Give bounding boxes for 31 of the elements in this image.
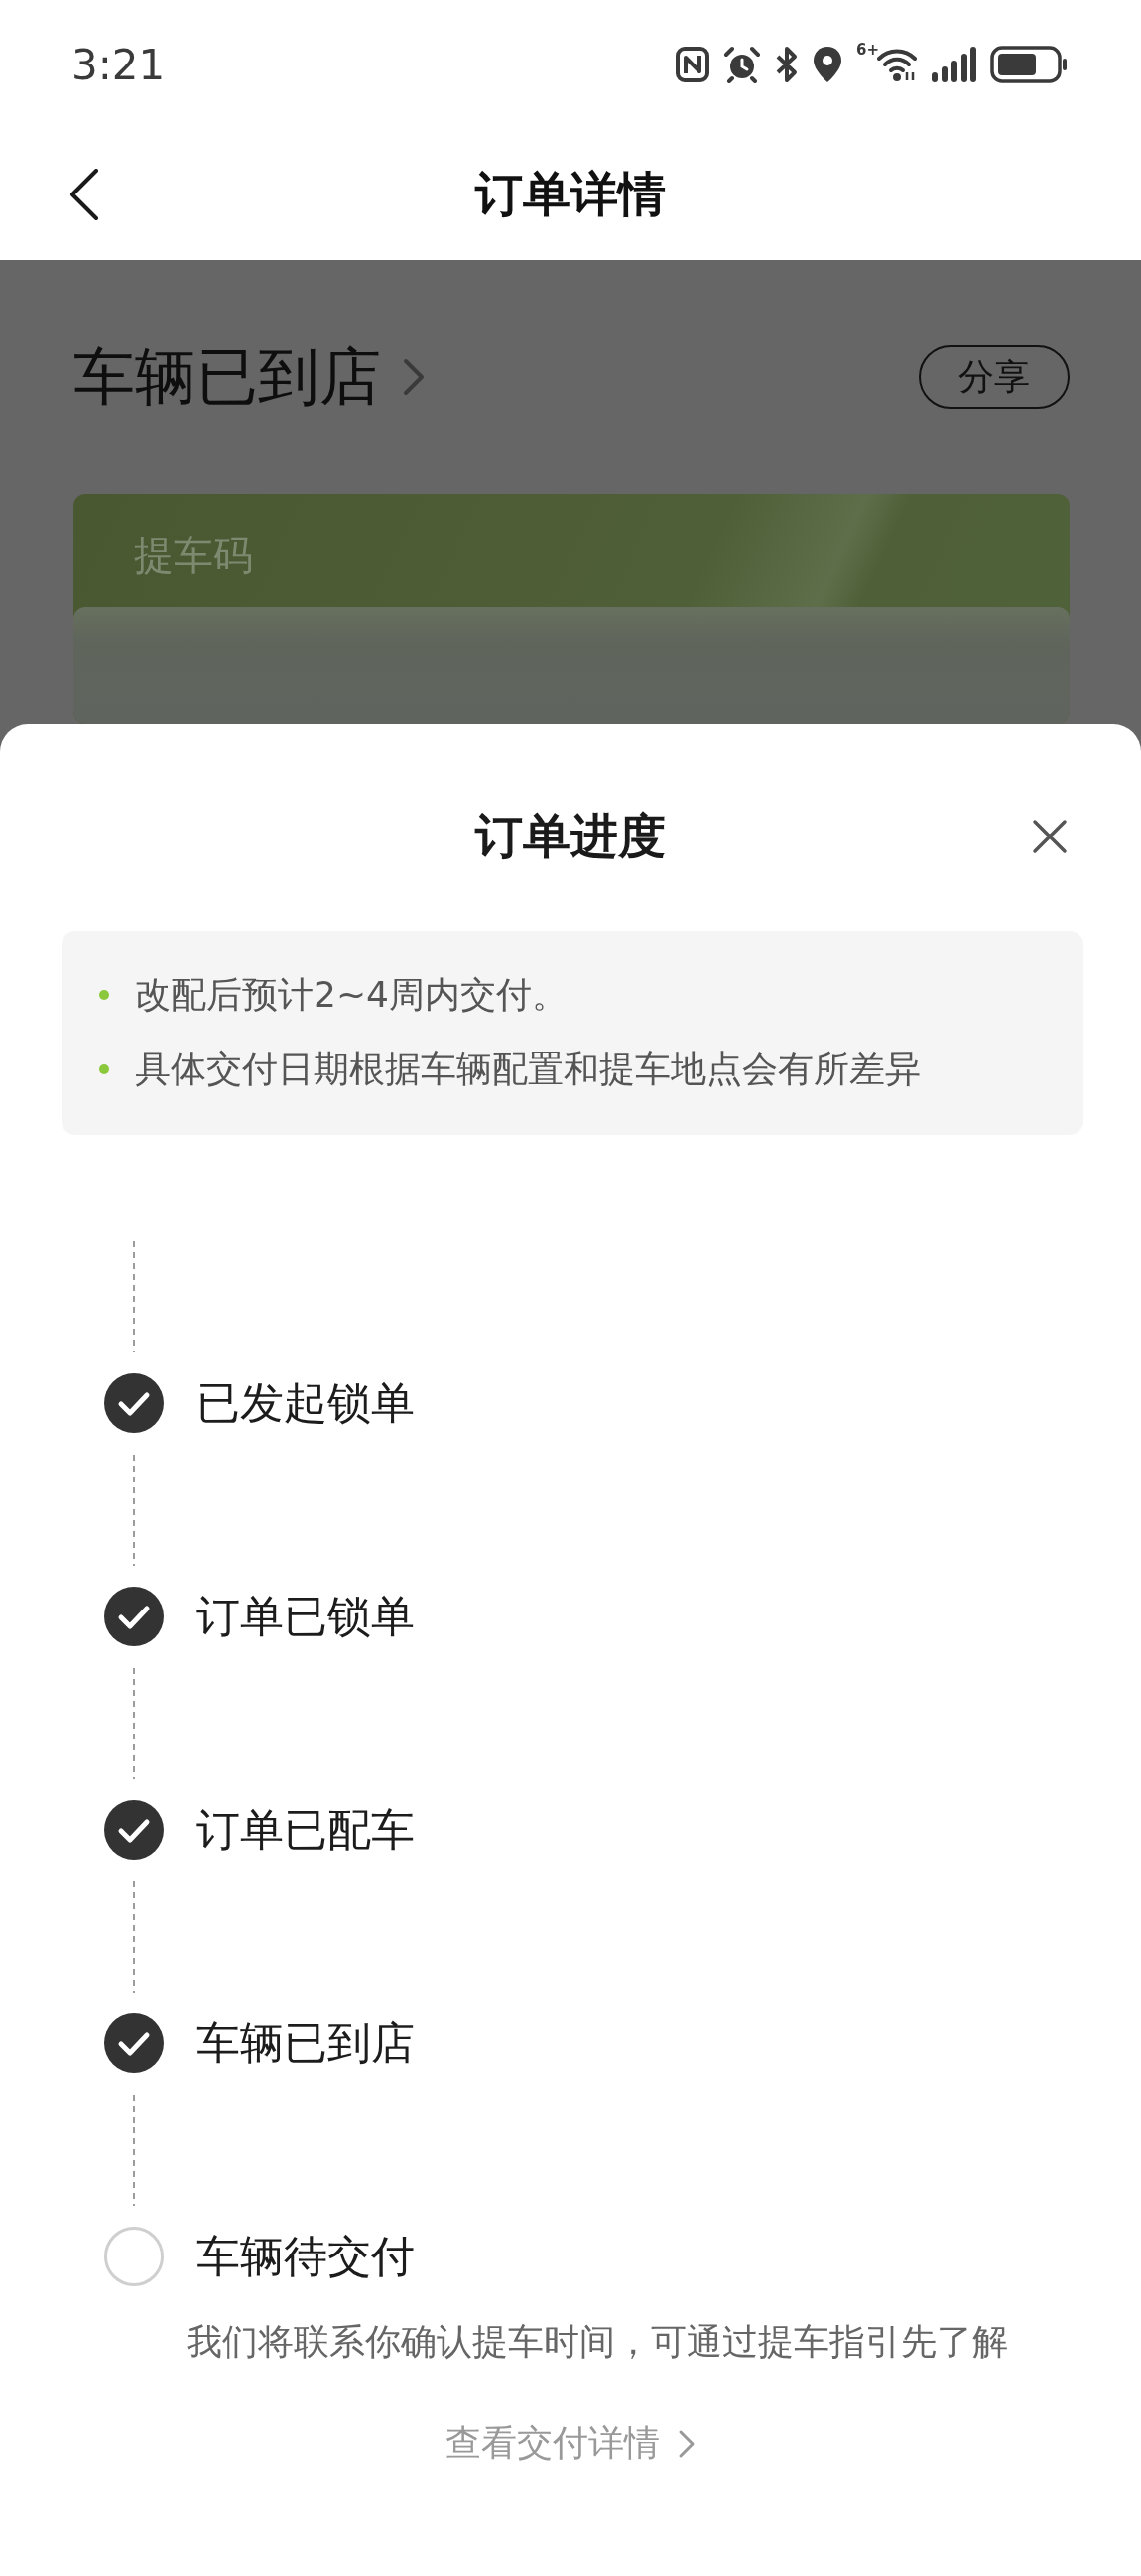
location-icon <box>813 46 842 83</box>
step-label: 已发起锁单 <box>196 1375 415 1430</box>
back-button[interactable] <box>69 169 99 220</box>
status-time: 3:21 <box>71 40 166 89</box>
notice-text: 具体交付日期根据车辆配置和提车地点会有所差异 <box>135 1046 921 1091</box>
bullet-dot-icon <box>99 990 109 1000</box>
share-button[interactable]: 分享 <box>919 345 1070 409</box>
sheet-title: 订单进度 <box>475 807 666 865</box>
step-description: 我们将联系你确认提车时间，可通过提车指引先了解 <box>187 2320 1008 2364</box>
delivery-details-link[interactable]: 查看交付详情 <box>445 2419 696 2468</box>
page-title: 订单详情 <box>475 165 666 223</box>
alarm-icon <box>723 46 761 83</box>
order-status-link[interactable]: 车辆已到店 <box>73 335 425 419</box>
battery-icon <box>990 46 1068 83</box>
pickup-code-label: 提车码 <box>133 531 254 580</box>
nfc-icon <box>676 47 709 82</box>
wifi-icon <box>877 47 917 82</box>
step-label: 订单已锁单 <box>196 1589 415 1643</box>
step-label: 车辆待交付 <box>196 2229 415 2283</box>
close-button[interactable] <box>1032 819 1068 854</box>
signal-icon <box>931 47 976 82</box>
step-label: 车辆已到店 <box>196 2015 415 2070</box>
bluetooth-icon <box>775 46 799 83</box>
notice-text: 改配后预计2~4周内交付。 <box>135 972 568 1017</box>
chevron-right-icon <box>403 358 425 396</box>
back-chevron-icon <box>69 169 99 220</box>
bullet-dot-icon <box>99 1064 109 1074</box>
step-label: 订单已配车 <box>196 1802 415 1857</box>
close-icon <box>1032 819 1068 854</box>
wifi-standard-label: 6+ <box>856 43 879 58</box>
chevron-right-icon <box>678 2428 696 2459</box>
